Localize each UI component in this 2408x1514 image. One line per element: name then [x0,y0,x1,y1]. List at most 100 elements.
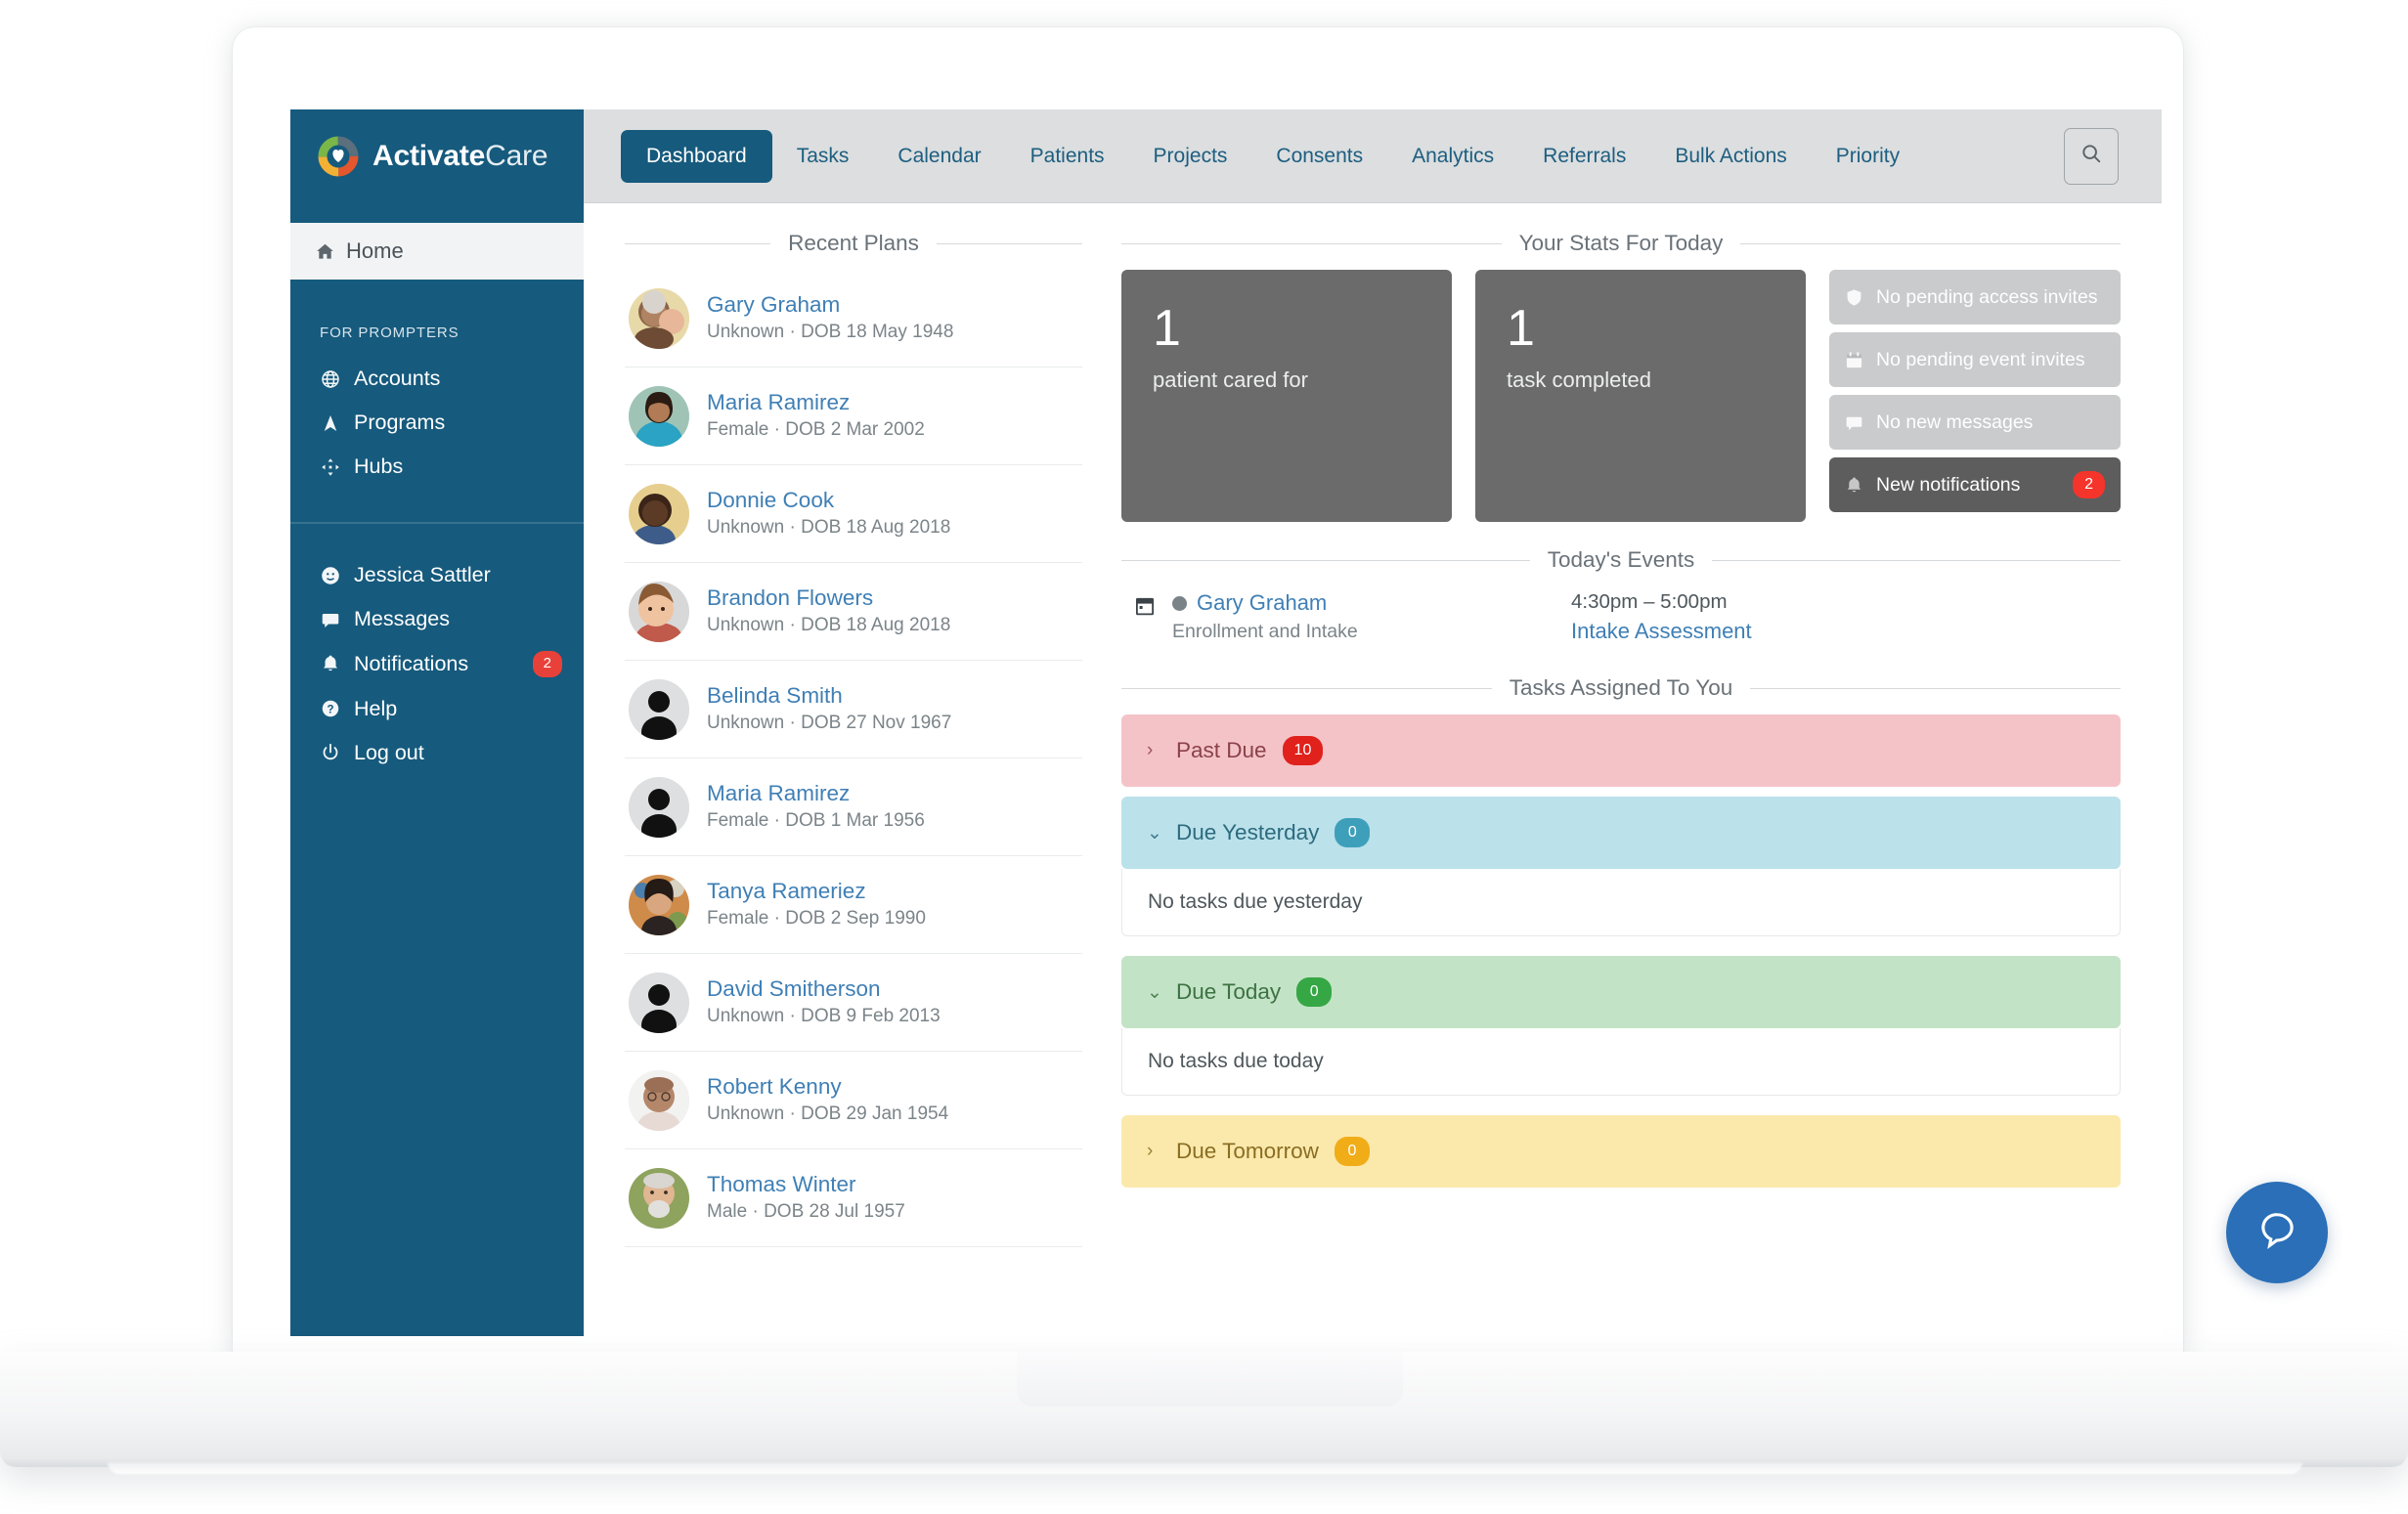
power-icon [320,743,341,762]
sidebar-item-profile[interactable]: Jessica Sattler [290,553,584,597]
list-item[interactable]: Maria Ramirez Female · DOB 2 Mar 2002 [625,368,1082,465]
tab-tasks[interactable]: Tasks [772,130,874,183]
laptop-notch [1017,1352,1403,1406]
heading-rule-right [1712,559,2121,561]
sidebar-item-notifications[interactable]: Notifications 2 [290,641,584,687]
patient-name[interactable]: Robert Kenny [707,1072,948,1102]
brand-name-bold: Activate [372,140,486,172]
avatar [629,678,689,740]
sidebar-item-help[interactable]: ? Help [290,687,584,731]
tab-consents-label: Consents [1276,144,1364,167]
event-program: Enrollment and Intake [1172,621,1358,642]
list-item[interactable]: Robert Kenny Unknown · DOB 29 Jan 1954 [625,1052,1082,1149]
tab-patients[interactable]: Patients [1006,130,1129,183]
patient-name[interactable]: Brandon Flowers [707,584,950,613]
chevron-down-icon: ⌄ [1147,822,1162,844]
pill-pending-event-invites[interactable]: No pending event invites [1829,332,2121,387]
chevron-right-icon: › [1147,740,1154,760]
sidebar-item-programs[interactable]: Programs [290,401,584,445]
event-time: 4:30pm – 5:00pm [1571,590,1728,613]
pill-new-notifications[interactable]: New notifications 2 [1829,457,2121,512]
avatar [629,1167,689,1229]
patient-meta: Unknown · DOB 9 Feb 2013 [707,1006,941,1027]
task-group-due-tomorrow[interactable]: › Due Tomorrow 0 [1121,1115,2121,1188]
patient-meta: Unknown · DOB 18 Aug 2018 [707,517,951,539]
tab-tasks-label: Tasks [796,144,850,167]
laptop-foot [108,1462,2302,1474]
tasks-groups: › Past Due 10 ⌄ Due Yesterday 0 No tasks… [1121,714,2121,1188]
tab-analytics[interactable]: Analytics [1387,130,1518,183]
tab-priority[interactable]: Priority [1812,130,1924,183]
search-button[interactable] [2064,127,2119,185]
chevron-down-icon: ⌄ [1147,981,1162,1003]
event-link[interactable]: Intake Assessment [1571,619,1752,644]
bell-icon [1845,476,1864,495]
heading-rule-left [1121,242,1502,244]
list-item-text: Belinda Smith Unknown · DOB 27 Nov 1967 [707,681,951,737]
list-item[interactable]: Tanya Rameriez Female · DOB 2 Sep 1990 [625,856,1082,954]
brand-name: ActivateCare [372,140,548,173]
patient-name[interactable]: Maria Ramirez [707,779,925,808]
brand-logo-area[interactable]: ActivateCare [290,109,584,203]
laptop-screen: ActivateCare Home FOR PROMPTERS Accounts… [290,109,2162,1336]
calendar-icon [1133,590,1172,623]
tab-consents[interactable]: Consents [1251,130,1387,183]
avatar [629,581,689,642]
patient-name[interactable]: David Smitherson [707,974,941,1004]
list-item[interactable]: Gary Graham Unknown · DOB 18 May 1948 [625,270,1082,368]
patient-name[interactable]: Tanya Rameriez [707,877,926,906]
list-item-text: Robert Kenny Unknown · DOB 29 Jan 1954 [707,1072,948,1128]
tab-projects[interactable]: Projects [1129,130,1252,183]
list-item[interactable]: Maria Ramirez Female · DOB 1 Mar 1956 [625,758,1082,856]
sidebar-item-messages[interactable]: Messages [290,597,584,641]
patient-name[interactable]: Thomas Winter [707,1170,905,1199]
sidebar-spacer-top [290,203,584,223]
task-group-due-yesterday[interactable]: ⌄ Due Yesterday 0 [1121,797,2121,869]
heading-rule-left [1121,687,1492,689]
sidebar-item-hubs-label: Hubs [354,454,404,478]
list-item[interactable]: Thomas Winter Male · DOB 28 Jul 1957 [625,1149,1082,1247]
sidebar-item-home[interactable]: Home [290,223,584,280]
tab-referrals[interactable]: Referrals [1518,130,1650,183]
dashboard-content: Recent Plans Gary Graham Unknown · DOB 1… [584,203,2162,1336]
list-item[interactable]: Brandon Flowers Unknown · DOB 18 Aug 201… [625,563,1082,661]
tab-bulk-actions[interactable]: Bulk Actions [1650,130,1811,183]
pill-pending-access-invites[interactable]: No pending access invites [1829,270,2121,324]
list-item-text: Maria Ramirez Female · DOB 1 Mar 1956 [707,779,925,835]
recent-plans-list: Gary Graham Unknown · DOB 18 May 1948 Ma… [625,270,1082,1247]
stat-number: 1 [1153,300,1181,357]
pill-new-messages[interactable]: No new messages [1829,395,2121,450]
list-item[interactable]: Belinda Smith Unknown · DOB 27 Nov 1967 [625,661,1082,758]
avatar [629,483,689,544]
help-chat-button[interactable] [2226,1182,2328,1283]
message-icon [320,610,341,629]
list-item-text: Donnie Cook Unknown · DOB 18 Aug 2018 [707,486,950,541]
stat-number: 1 [1507,300,1535,357]
avatar [629,972,689,1033]
heading-rule-right [1740,242,2121,244]
right-column: Your Stats For Today 1 patient cared for… [1121,231,2122,1336]
patient-name[interactable]: Maria Ramirez [707,388,925,417]
sidebar-item-hubs[interactable]: Hubs [290,445,584,489]
tab-calendar-label: Calendar [898,144,982,167]
sidebar-item-accounts[interactable]: Accounts [290,357,584,401]
patient-name[interactable]: Donnie Cook [707,486,950,515]
sidebar-item-programs-label: Programs [354,411,446,434]
event-row[interactable]: Gary Graham Enrollment and Intake 4:30pm… [1121,586,2121,654]
task-empty-due-yesterday: No tasks due yesterday [1121,869,2121,936]
patient-name[interactable]: Gary Graham [707,290,953,320]
patient-meta: Unknown · DOB 18 Aug 2018 [707,615,951,636]
patient-name[interactable]: Belinda Smith [707,681,951,711]
task-group-past-due[interactable]: › Past Due 10 [1121,714,2121,787]
event-patient[interactable]: Gary Graham [1172,590,1554,616]
task-group-due-today[interactable]: ⌄ Due Today 0 [1121,956,2121,1028]
list-item[interactable]: David Smitherson Unknown · DOB 9 Feb 201… [625,954,1082,1052]
list-item[interactable]: Donnie Cook Unknown · DOB 18 Aug 2018 [625,465,1082,563]
sidebar-item-logout[interactable]: Log out [290,731,584,775]
tab-dashboard[interactable]: Dashboard [621,129,772,183]
patient-meta: Male · DOB 28 Jul 1957 [707,1201,905,1223]
heading-rule-left [1121,559,1530,561]
hub-expand-icon [320,457,341,477]
tab-calendar[interactable]: Calendar [873,130,1005,183]
pill-label: No new messages [1876,411,2034,433]
